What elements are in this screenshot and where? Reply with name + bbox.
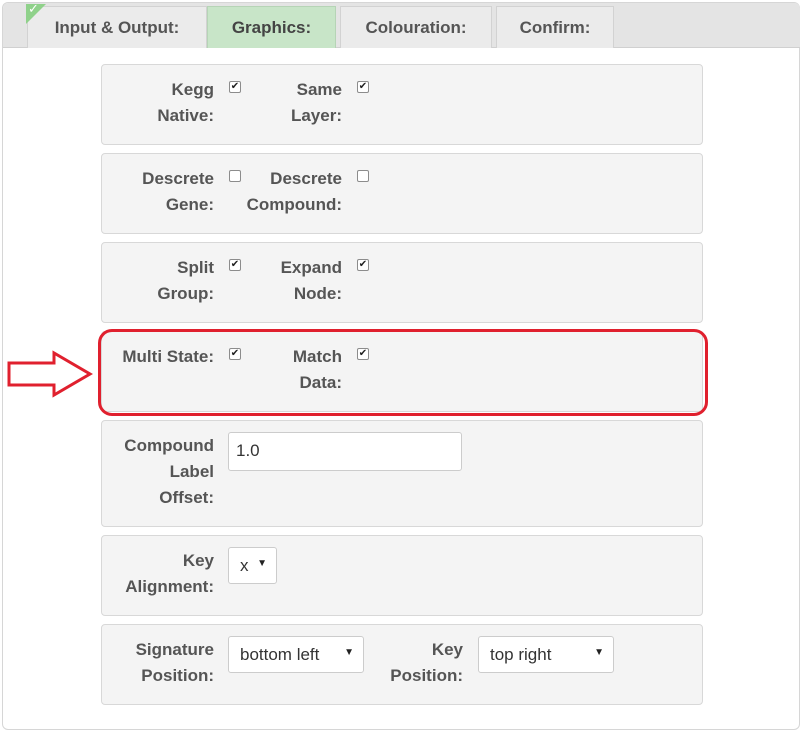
key-alignment-panel: Key Alignment: x ▼ xyxy=(101,535,703,616)
compound-label-offset-input[interactable]: 1.0 xyxy=(228,432,462,471)
descrete-compound-label: Descrete Compound: xyxy=(246,169,342,214)
kegg-native-checkbox[interactable]: ✔ xyxy=(229,81,241,93)
tab-colouration[interactable]: Colouration: xyxy=(340,6,492,48)
kegg-native-label: Kegg Native: xyxy=(157,80,214,125)
split-group-label: Split Group: xyxy=(157,258,214,303)
tab-bar: Input & Output: Graphics: Colouration: C… xyxy=(3,3,800,48)
completed-check-icon: ✓ xyxy=(26,1,46,24)
position-panel: Signature Position: bottom left ▼ Key Posi… xyxy=(101,624,703,705)
expand-node-checkbox[interactable]: ✔ xyxy=(357,259,369,271)
signature-position-label: Signature Position: xyxy=(135,640,214,685)
tab-graphics-label: Graphics: xyxy=(231,17,312,37)
expand-node-label: Expand Node: xyxy=(280,258,342,303)
descrete-compound-checkbox[interactable] xyxy=(357,170,369,182)
tab-input-output-label: Input & Output: xyxy=(54,17,180,37)
kegg-native-panel: Kegg Native: ✔ Same Layer: ✔ xyxy=(101,64,703,145)
same-layer-checkbox[interactable]: ✔ xyxy=(357,81,369,93)
compound-label-offset-label: Compound Label Offset: xyxy=(124,436,214,507)
split-expand-panel: Split Group: ✔ Expand Node: ✔ xyxy=(101,242,703,323)
signature-position-select[interactable]: bottom left ▼ xyxy=(228,636,364,673)
dropdown-arrow-icon: ▼ xyxy=(594,647,604,658)
tab-confirm-label: Confirm: xyxy=(519,17,591,37)
descrete-gene-checkbox[interactable] xyxy=(229,170,241,182)
tab-confirm[interactable]: Confirm: xyxy=(496,6,614,48)
compound-label-offset-panel: Compound Label Offset: 1.0 xyxy=(101,420,703,527)
descrete-panel: Descrete Gene: Descrete Compound: xyxy=(101,153,703,234)
dropdown-arrow-icon: ▼ xyxy=(257,558,267,569)
same-layer-label: Same Layer: xyxy=(290,80,342,125)
descrete-gene-label: Descrete Gene: xyxy=(142,169,214,214)
tab-input-output[interactable]: Input & Output: xyxy=(27,6,207,48)
key-position-label: Key Position: xyxy=(390,640,463,685)
key-position-select[interactable]: top right ▼ xyxy=(478,636,614,673)
tab-graphics[interactable]: Graphics: xyxy=(207,6,336,48)
tab-colouration-label: Colouration: xyxy=(365,17,467,37)
key-alignment-label: Key Alignment: xyxy=(125,551,214,596)
highlight-box xyxy=(98,329,708,416)
key-alignment-select[interactable]: x ▼ xyxy=(228,547,277,584)
right-arrow-icon xyxy=(7,350,93,398)
split-group-checkbox[interactable]: ✔ xyxy=(229,259,241,271)
dropdown-arrow-icon: ▼ xyxy=(344,647,354,658)
